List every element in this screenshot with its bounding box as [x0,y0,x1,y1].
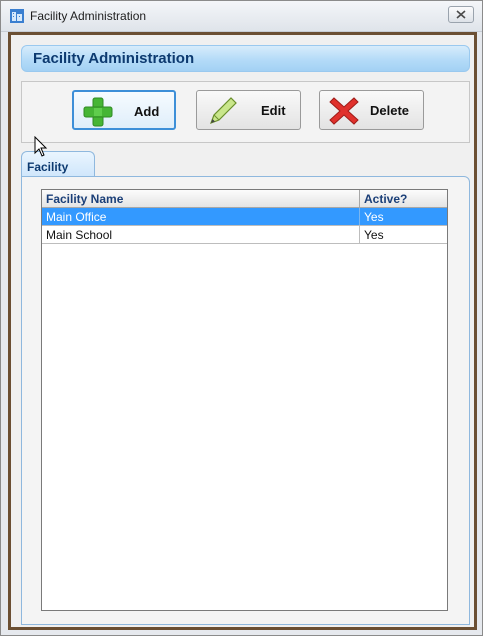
window-title: Facility Administration [30,9,147,23]
cell-text: Main Office [46,210,107,224]
add-label: Add [134,104,160,119]
column-header-label: Active? [364,192,408,206]
cell-text: Yes [364,210,384,224]
title-bar[interactable]: Facility Administration [1,1,482,32]
delete-button[interactable]: Delete [319,90,424,130]
grid-header: Facility Name Active? [42,190,447,208]
content-frame: Facility Administration Add Edit Delete … [8,32,477,630]
window: Facility Administration Facility Adminis… [0,0,483,636]
app-icon [10,9,24,23]
tab-facility[interactable]: Facility [21,151,95,177]
toolbar: Add Edit Delete [21,81,470,143]
column-header-label: Facility Name [46,192,124,206]
mouse-pointer-icon [34,136,48,157]
cell-facility-name: Main School [42,226,360,243]
column-header-facility-name[interactable]: Facility Name [42,190,360,207]
cell-facility-name: Main Office [42,208,360,225]
table-row[interactable]: Main Office Yes [42,208,447,226]
edit-label: Edit [261,103,286,118]
cell-active: Yes [360,208,447,225]
tab-panel-facility: Facility Name Active? Main Office Yes Ma… [21,176,470,625]
table-row[interactable]: Main School Yes [42,226,447,244]
close-button[interactable] [448,6,474,23]
pencil-icon [209,97,237,125]
cell-text: Yes [364,228,384,242]
delete-label: Delete [370,103,410,118]
cell-text: Main School [46,228,113,242]
column-header-active[interactable]: Active? [360,190,447,207]
edit-button[interactable]: Edit [196,90,301,130]
facility-grid[interactable]: Facility Name Active? Main Office Yes Ma… [41,189,448,611]
x-icon [329,97,359,125]
tab-label: Facility [27,160,69,174]
cell-active: Yes [360,226,447,243]
header-band: Facility Administration [21,45,470,72]
add-button[interactable]: Add [72,90,176,130]
plus-icon [83,97,113,127]
page-title: Facility Administration [33,50,195,67]
close-icon [456,10,466,19]
